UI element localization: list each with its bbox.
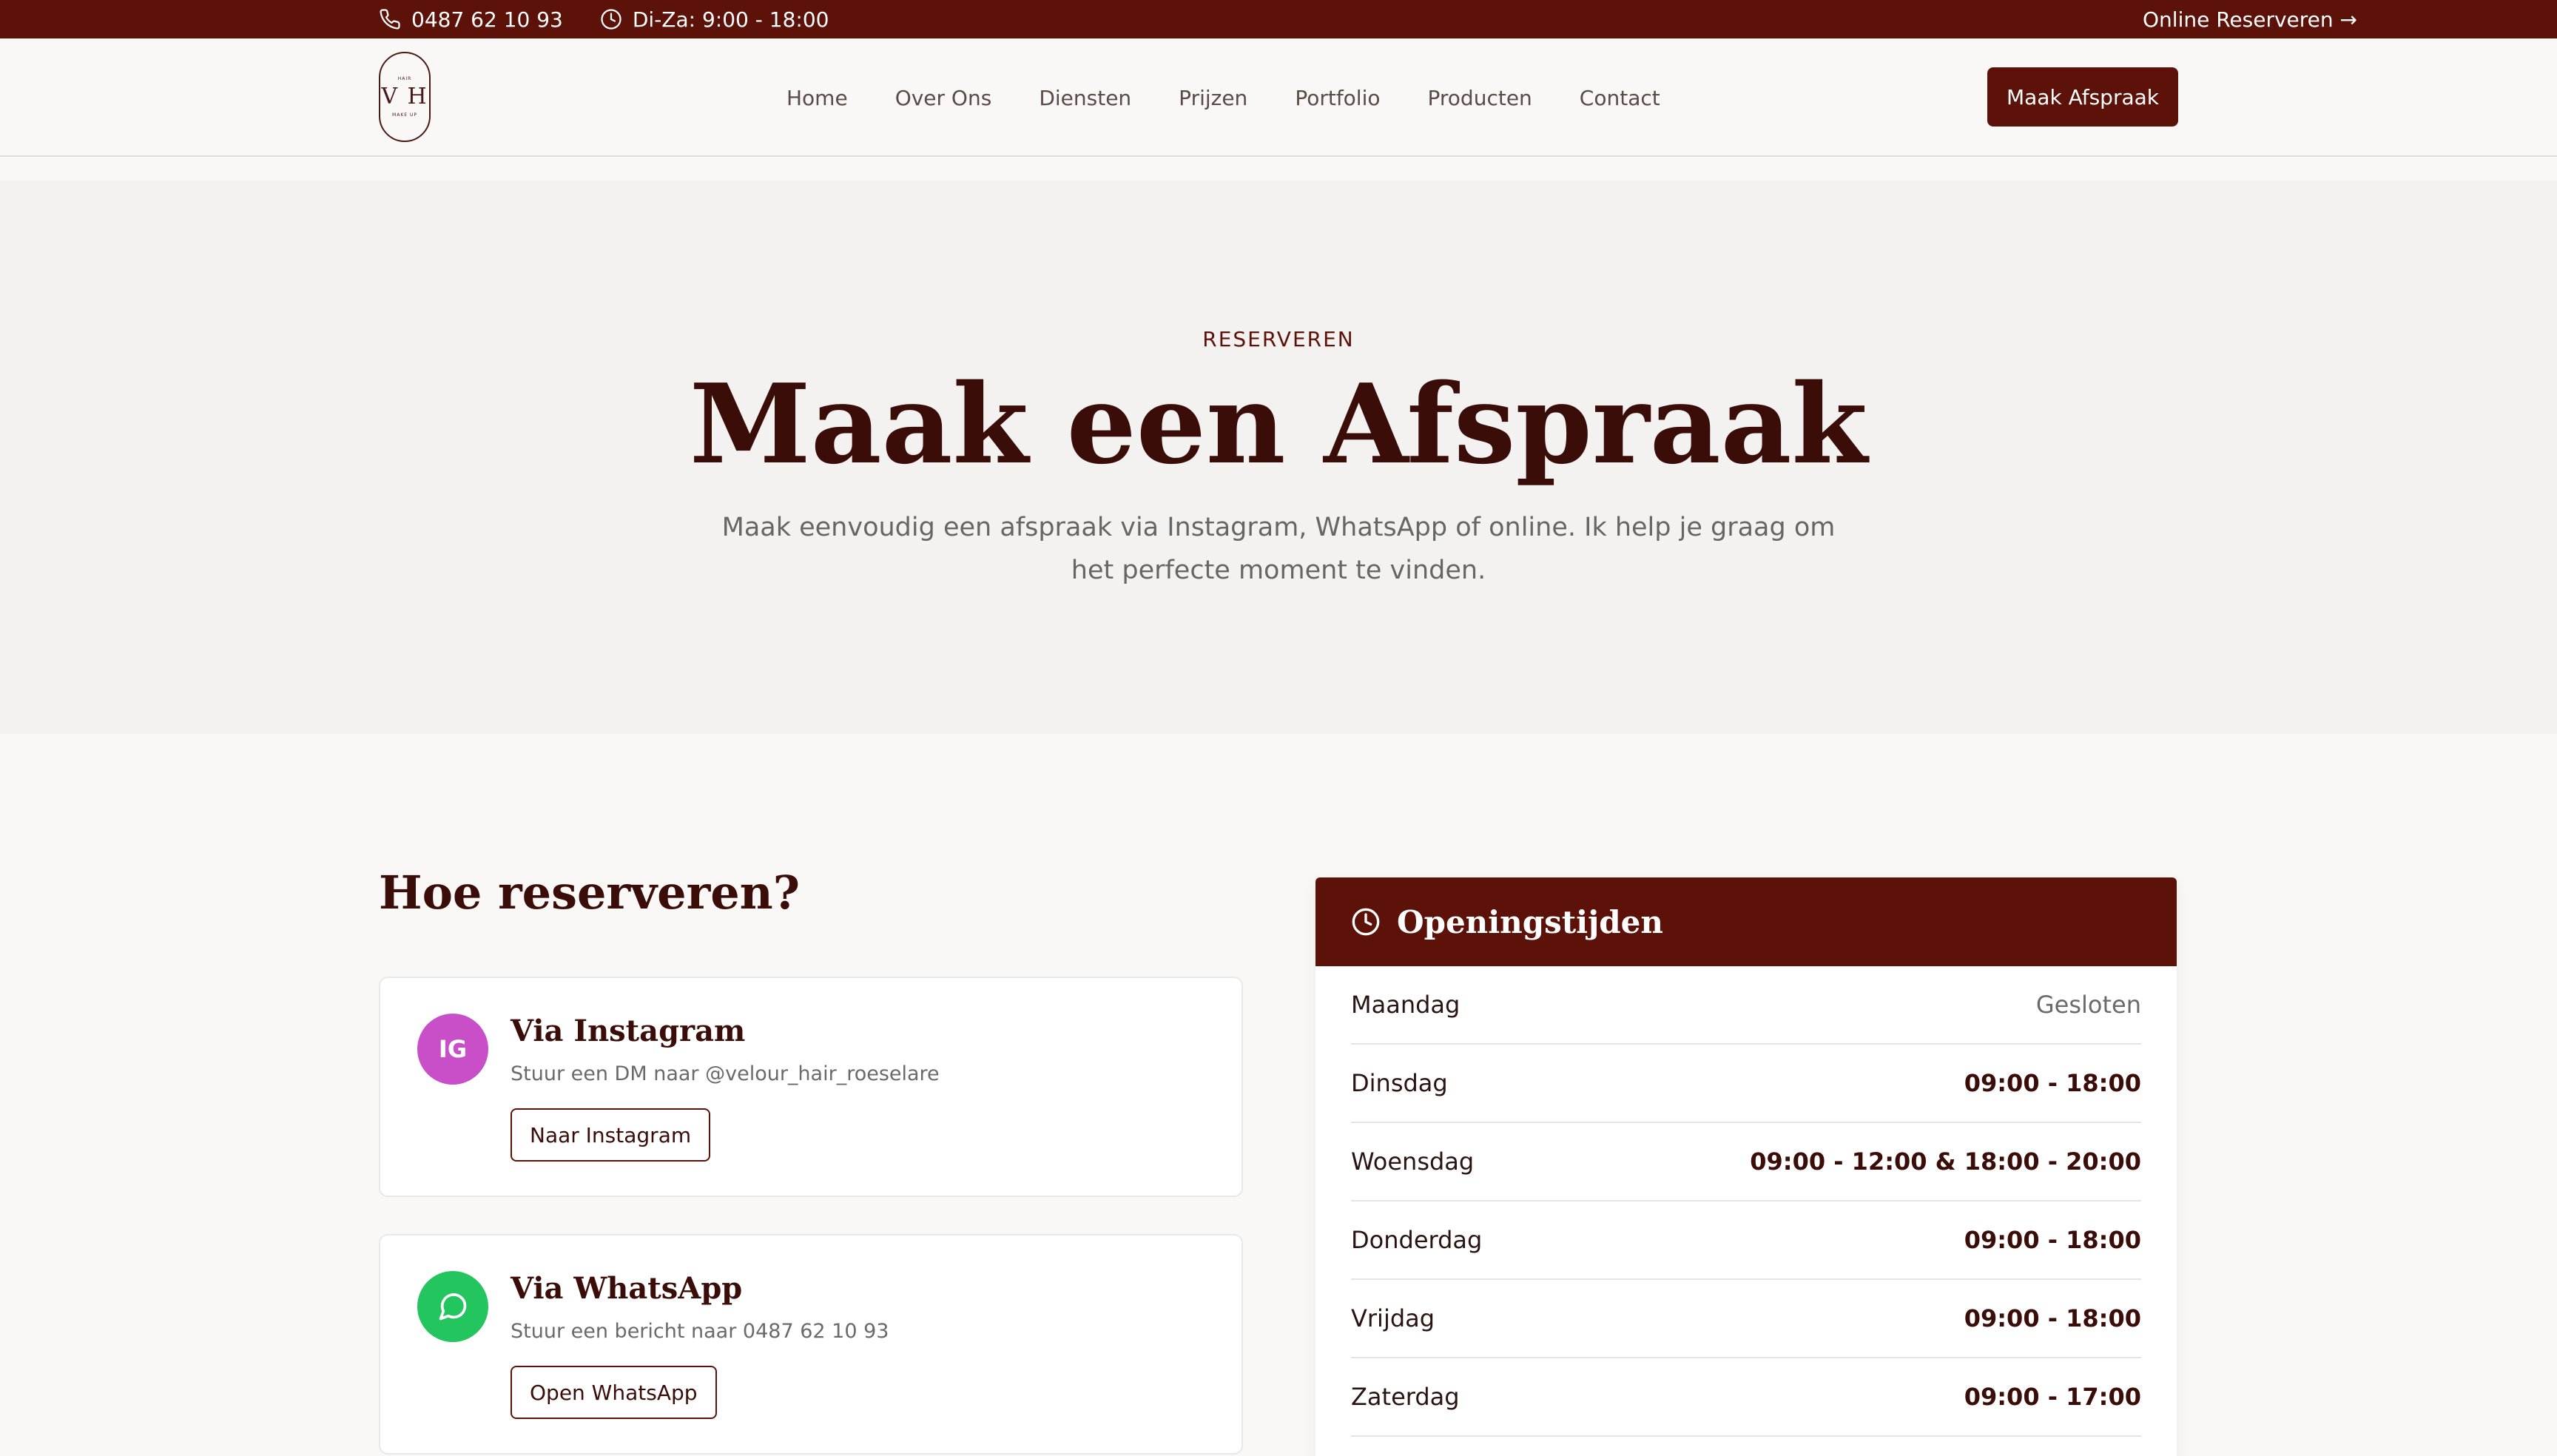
logo-top-text: HAIR [397,76,412,81]
maak-afspraak-button[interactable]: Maak Afspraak [1987,67,2178,127]
hours-time: 09:00 - 18:00 [1964,1069,2141,1097]
instagram-icon-text: IG [438,1035,468,1063]
nav-contact[interactable]: Contact [1580,86,1660,110]
hours-time: 09:00 - 12:00 & 18:00 - 20:00 [1750,1147,2141,1176]
hours-day: Dinsdag [1351,1069,1448,1097]
nav-prijzen[interactable]: Prijzen [1179,86,1247,110]
opening-hours-header: Openingstijden [1315,877,2177,966]
hours-row-dinsdag: Dinsdag 09:00 - 18:00 [1351,1045,2141,1123]
logo-bottom-text: MAKE UP [392,112,417,118]
whatsapp-icon [417,1271,488,1342]
hero-section: RESERVEREN Maak een Afspraak Maak eenvou… [0,181,2557,734]
top-bar-phone[interactable]: 0487 62 10 93 [379,7,563,32]
top-bar-hours: Di-Za: 9:00 - 18:00 [600,7,829,32]
instagram-card-description: Stuur een DM naar @velour_hair_roeselare [511,1062,940,1085]
hours-day: Zaterdag [1351,1383,1460,1411]
hours-row-zaterdag: Zaterdag 09:00 - 17:00 [1351,1358,2141,1437]
hero-eyebrow: RESERVEREN [1202,327,1355,351]
logo-main-text: V H [381,84,428,109]
booking-section-title: Hoe reserveren? [379,866,801,920]
chat-bubble-icon [439,1293,467,1321]
naar-instagram-button[interactable]: Naar Instagram [511,1108,711,1162]
hours-time: 09:00 - 18:00 [1964,1226,2141,1254]
whatsapp-card-title: Via WhatsApp [511,1271,743,1306]
open-whatsapp-button[interactable]: Open WhatsApp [511,1366,717,1419]
instagram-icon: IG [417,1014,488,1085]
hours-time: Gesloten [2035,991,2141,1019]
hours-row-vrijdag: Vrijdag 09:00 - 18:00 [1351,1280,2141,1358]
hours-day: Maandag [1351,991,1461,1019]
clock-icon [601,9,621,30]
phone-icon [380,9,400,30]
online-reserveren-label: Online Reserveren → [2143,7,2357,32]
top-bar: 0487 62 10 93 Di-Za: 9:00 - 18:00 Online… [0,0,2557,38]
site-header: HAIR V H MAKE UP Home Over Ons Diensten … [0,38,2557,157]
top-bar-hours-text: Di-Za: 9:00 - 18:00 [632,7,829,32]
nav-portfolio[interactable]: Portfolio [1295,86,1380,110]
nav-home[interactable]: Home [786,86,848,110]
site-logo[interactable]: HAIR V H MAKE UP [379,52,431,142]
opening-hours-list: Maandag Gesloten Dinsdag 09:00 - 18:00 W… [1315,966,2177,1437]
whatsapp-card: Via WhatsApp Stuur een bericht naar 0487… [379,1234,1243,1455]
instagram-card: IG Via Instagram Stuur een DM naar @velo… [379,977,1243,1197]
top-bar-contact: 0487 62 10 93 Di-Za: 9:00 - 18:00 [379,7,829,32]
nav-producten[interactable]: Producten [1428,86,1532,110]
online-reserveren-link[interactable]: Online Reserveren → [2143,7,2357,32]
top-bar-phone-text: 0487 62 10 93 [411,7,563,32]
hours-day: Woensdag [1351,1147,1475,1176]
opening-hours-card: Openingstijden Maandag Gesloten Dinsdag … [1315,877,2177,1456]
hours-row-donderdag: Donderdag 09:00 - 18:00 [1351,1201,2141,1280]
clock-icon [1352,908,1380,936]
hours-day: Vrijdag [1351,1304,1435,1332]
main-nav: Home Over Ons Diensten Prijzen Portfolio… [786,38,1660,157]
whatsapp-card-description: Stuur een bericht naar 0487 62 10 93 [511,1320,889,1343]
hours-time: 09:00 - 17:00 [1964,1383,2141,1411]
nav-diensten[interactable]: Diensten [1039,86,1131,110]
nav-over-ons[interactable]: Over Ons [895,86,992,110]
opening-hours-title: Openingstijden [1397,903,1663,940]
page-title: Maak een Afspraak [689,360,1868,488]
instagram-card-title: Via Instagram [511,1014,746,1048]
hero-subtitle: Maak eenvoudig een afspraak via Instagra… [721,513,1836,585]
hours-row-woensdag: Woensdag 09:00 - 12:00 & 18:00 - 20:00 [1351,1123,2141,1201]
hours-time: 09:00 - 18:00 [1964,1304,2141,1332]
hours-row-maandag: Maandag Gesloten [1351,966,2141,1045]
hours-day: Donderdag [1351,1226,1483,1254]
